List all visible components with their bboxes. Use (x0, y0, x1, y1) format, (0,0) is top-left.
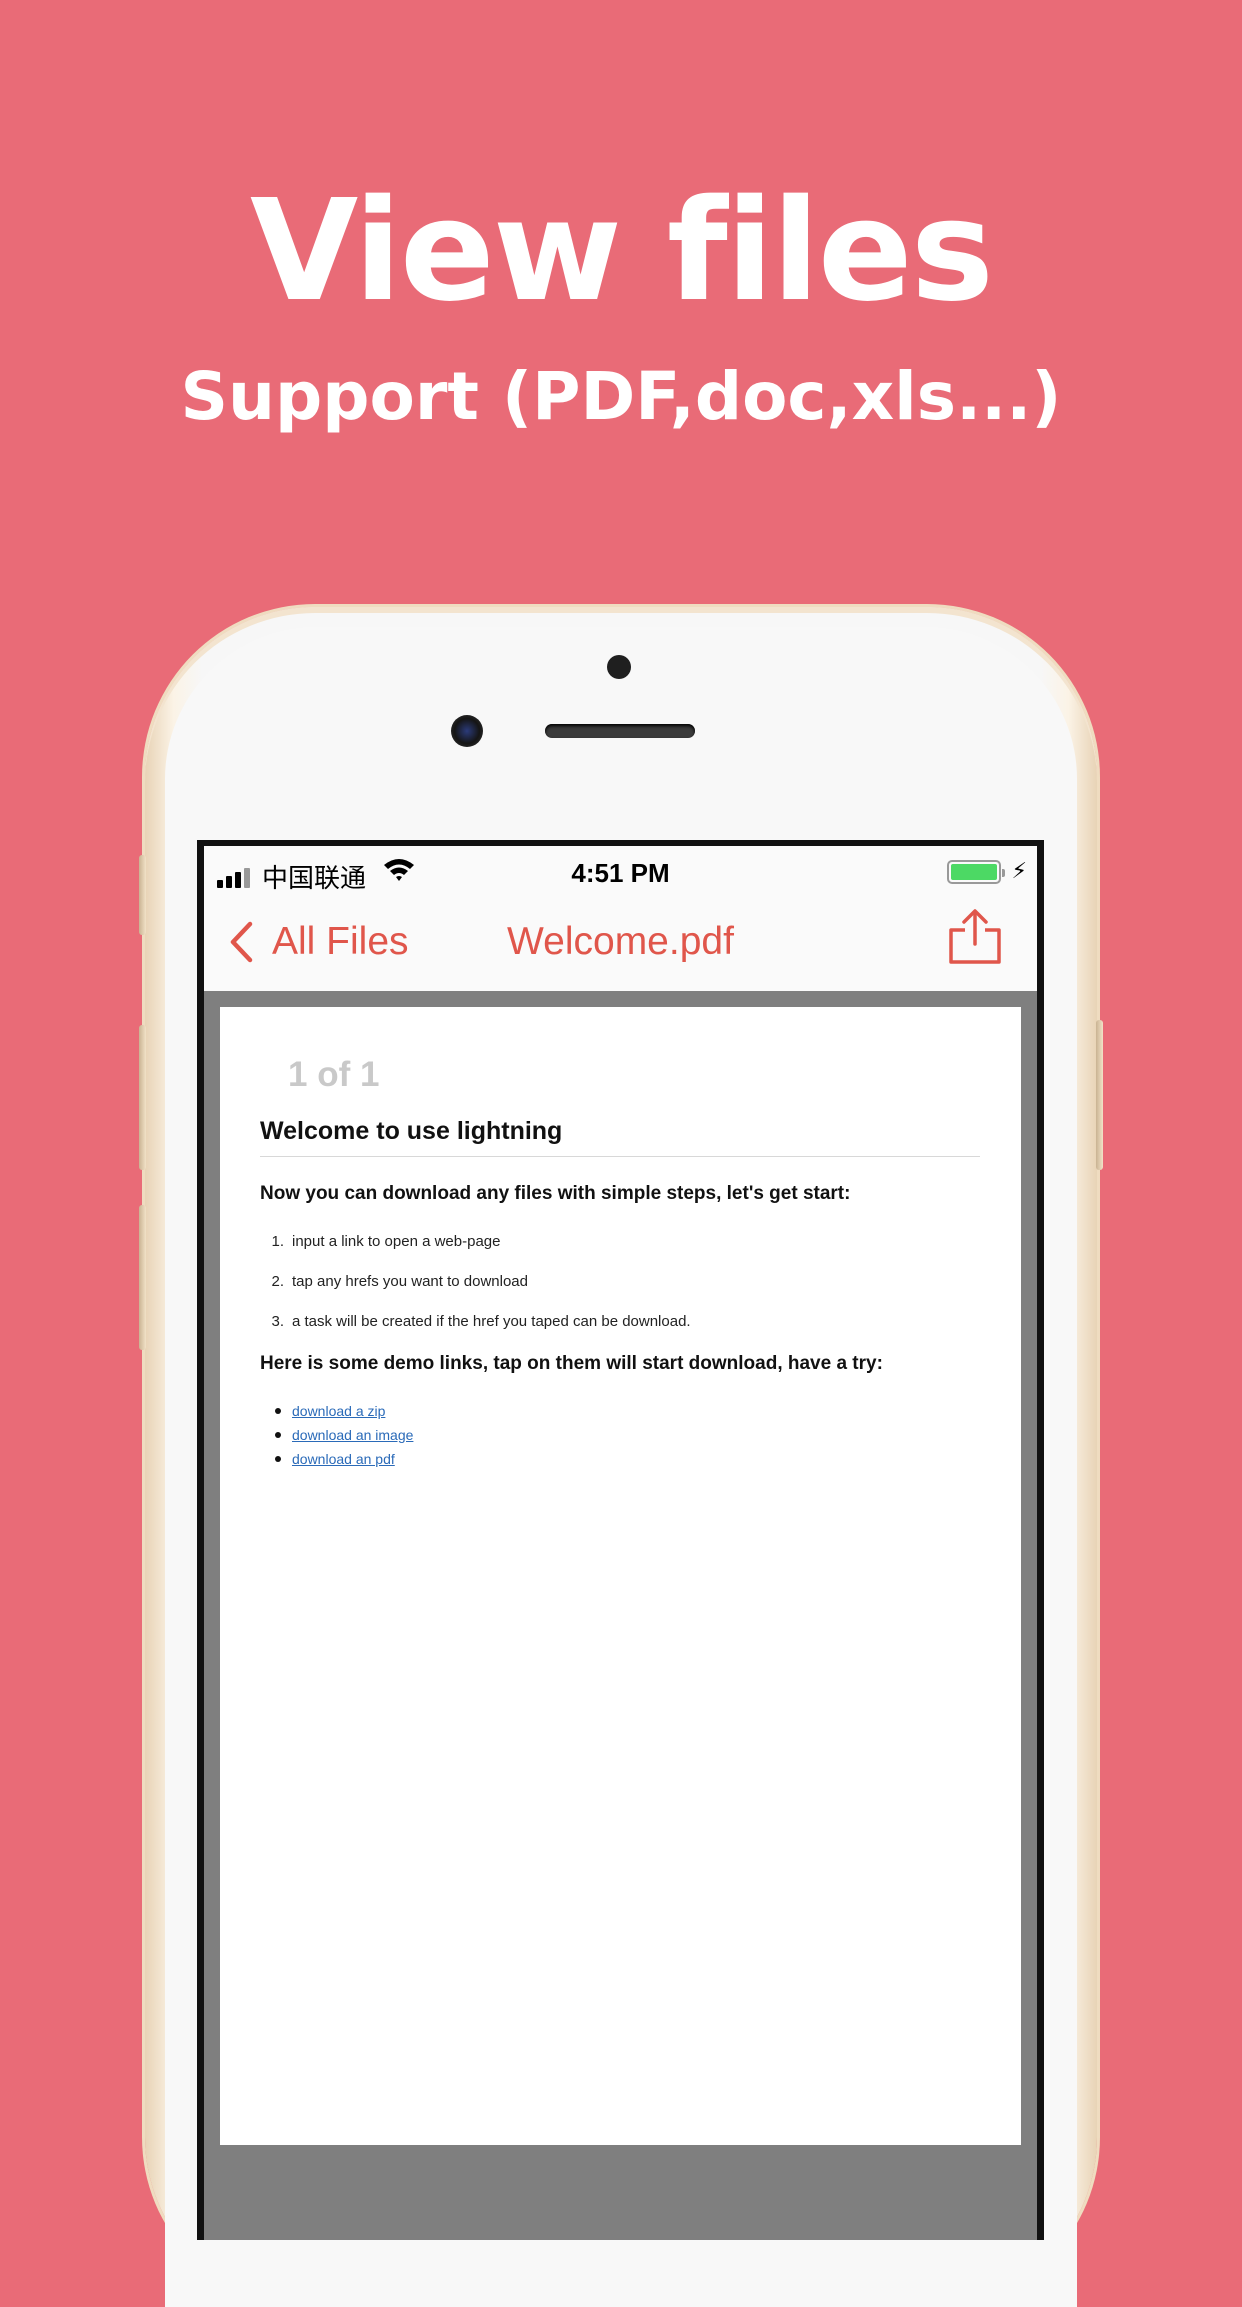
front-camera (451, 715, 483, 747)
document-title: Welcome to use lightning (260, 1117, 980, 1157)
link-download-pdf[interactable]: download an pdf (292, 1451, 395, 1467)
volume-up-button (139, 1025, 146, 1170)
bullet-icon (275, 1408, 281, 1414)
earpiece-speaker (545, 724, 695, 738)
steps-list: 1. input a link to open a web-page 2. tap … (260, 1233, 691, 1353)
demo-heading: Here is some demo links, tap on them wil… (260, 1353, 883, 1374)
promo-subline: Support (PDF,doc,xls...) (180, 358, 1062, 435)
charging-bolt-icon: ⚡ (1011, 858, 1027, 883)
page-indicator: 1 of 1 (288, 1055, 380, 1094)
list-item: download a zip (260, 1399, 413, 1423)
link-download-image[interactable]: download an image (292, 1427, 413, 1443)
promo-headline: View files (249, 170, 994, 333)
pdf-viewer[interactable]: 1 of 1 Welcome to use lightning Now you … (204, 991, 1037, 2240)
nav-title: Welcome.pdf (507, 920, 734, 963)
list-item: 2. tap any hrefs you want to download (271, 1273, 528, 1290)
status-bar: 中国联通 4:51 PM ⚡ (204, 846, 1037, 896)
battery-icon (947, 860, 1005, 884)
document-intro: Now you can download any files with simp… (260, 1183, 851, 1204)
demo-links-list: download a zip download an image downloa… (260, 1399, 413, 1471)
volume-down-button (139, 1205, 146, 1350)
list-item: download an pdf (260, 1447, 413, 1471)
link-download-zip[interactable]: download a zip (292, 1403, 385, 1419)
bullet-icon (275, 1456, 281, 1462)
phone-screen: 中国联通 4:51 PM ⚡ All Files Welcome.pdf 1 o… (197, 840, 1044, 2240)
list-item: 1. input a link to open a web-page (271, 1233, 501, 1250)
bullet-icon (275, 1432, 281, 1438)
share-icon[interactable] (947, 908, 1003, 966)
power-button (1096, 1020, 1103, 1170)
proximity-sensor (607, 655, 631, 679)
status-time: 4:51 PM (571, 858, 670, 888)
pdf-page[interactable]: 1 of 1 Welcome to use lightning Now you … (220, 1007, 1021, 2145)
list-item: download an image (260, 1423, 413, 1447)
navigation-bar: All Files Welcome.pdf (204, 898, 1037, 991)
list-item: 3. a task will be created if the href you… (271, 1313, 691, 1330)
mute-switch (139, 855, 146, 935)
